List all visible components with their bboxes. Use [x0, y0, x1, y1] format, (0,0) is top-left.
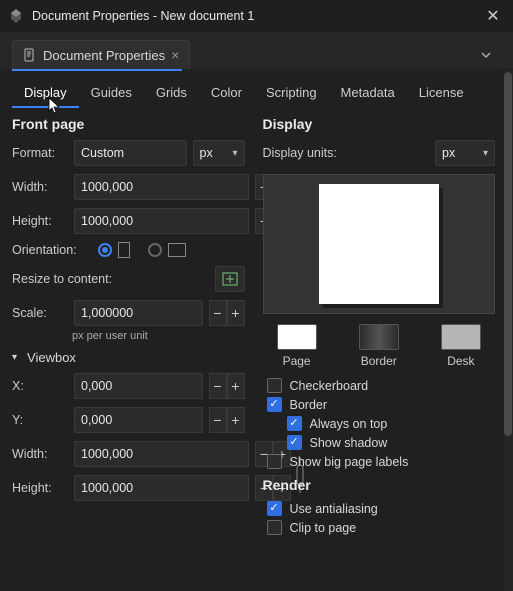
vertical-scrollbar[interactable]	[503, 71, 513, 591]
vb-y-input[interactable]	[74, 407, 203, 433]
scale-inc[interactable]: +	[227, 300, 245, 326]
close-tab-icon[interactable]: ×	[171, 47, 179, 63]
resize-to-content-button[interactable]	[215, 266, 245, 292]
vb-x-inc[interactable]: +	[227, 373, 245, 399]
cb-clip[interactable]	[267, 520, 282, 535]
section-tabs: Display Guides Grids Color Scripting Met…	[12, 79, 495, 108]
vb-width-label: Width:	[12, 447, 68, 461]
close-icon[interactable]: ✕	[481, 6, 505, 26]
display-panel: Display Display units: px▾ Page	[263, 116, 496, 539]
page-preview	[263, 174, 496, 314]
cb-shadow[interactable]	[287, 435, 302, 450]
cb-shadow-label: Show shadow	[310, 436, 388, 450]
cb-antialias[interactable]	[267, 501, 282, 516]
cb-clip-label: Clip to page	[290, 521, 357, 535]
viewbox-label: Viewbox	[27, 350, 76, 365]
viewbox-disclosure[interactable]: Viewbox	[12, 350, 245, 365]
orientation-landscape-radio[interactable]	[148, 243, 162, 257]
cb-border-label: Border	[290, 398, 328, 412]
page-unit-select[interactable]: px▾	[193, 140, 245, 166]
height-input[interactable]	[74, 208, 249, 234]
vb-y-dec[interactable]: −	[209, 407, 227, 433]
swatch-page[interactable]: Page	[277, 324, 317, 368]
width-input[interactable]	[74, 174, 249, 200]
render-heading: Render	[263, 477, 496, 493]
portrait-icon	[118, 242, 130, 258]
document-icon	[23, 48, 37, 62]
tab-guides[interactable]: Guides	[79, 79, 144, 108]
scale-dec[interactable]: −	[209, 300, 227, 326]
cb-ontop-label: Always on top	[310, 417, 388, 431]
display-units-value: px	[442, 146, 455, 160]
page-unit-value: px	[200, 146, 213, 160]
display-heading: Display	[263, 116, 496, 132]
scale-label: Scale:	[12, 306, 68, 320]
vb-x-label: X:	[12, 379, 68, 393]
vb-y-label: Y:	[12, 413, 68, 427]
landscape-icon	[168, 243, 186, 257]
resize-label: Resize to content:	[12, 272, 209, 286]
orientation-portrait-radio[interactable]	[98, 243, 112, 257]
vb-width-input[interactable]	[74, 441, 249, 467]
width-label: Width:	[12, 180, 68, 194]
cb-antialias-label: Use antialiasing	[290, 502, 378, 516]
vb-height-label: Height:	[12, 481, 68, 495]
cb-biglabels-label: Show big page labels	[290, 455, 409, 469]
cb-biglabels[interactable]	[267, 454, 282, 469]
document-tabs: Document Properties ×	[0, 32, 513, 69]
front-page-heading: Front page	[12, 116, 245, 132]
scale-input[interactable]	[74, 300, 203, 326]
swatch-border-color[interactable]	[359, 324, 399, 350]
height-label: Height:	[12, 214, 68, 228]
cb-checker-label: Checkerboard	[290, 379, 369, 393]
content-area: Display Guides Grids Color Scripting Met…	[0, 71, 503, 591]
vb-x-input[interactable]	[74, 373, 203, 399]
page-preview-canvas	[319, 184, 439, 304]
display-units-select[interactable]: px▾	[435, 140, 495, 166]
display-units-label: Display units:	[263, 146, 343, 160]
cb-checker[interactable]	[267, 378, 282, 393]
swatch-border[interactable]: Border	[359, 324, 399, 368]
format-label: Format:	[12, 146, 68, 160]
doc-tab[interactable]: Document Properties ×	[12, 40, 190, 69]
swatch-desk-color[interactable]	[441, 324, 481, 350]
vb-height-input[interactable]	[74, 475, 249, 501]
chevron-down-icon[interactable]	[471, 44, 501, 66]
swatch-desk[interactable]: Desk	[441, 324, 481, 368]
app-icon	[8, 8, 24, 24]
cb-border[interactable]	[267, 397, 282, 412]
tab-metadata[interactable]: Metadata	[329, 79, 407, 108]
titlebar: Document Properties - New document 1 ✕	[0, 0, 513, 32]
tab-scripting[interactable]: Scripting	[254, 79, 329, 108]
orientation-label: Orientation:	[12, 243, 92, 257]
vb-x-dec[interactable]: −	[209, 373, 227, 399]
tab-display[interactable]: Display	[12, 79, 79, 108]
swatch-page-color[interactable]	[277, 324, 317, 350]
scale-hint: px per user unit	[72, 330, 245, 342]
cb-ontop[interactable]	[287, 416, 302, 431]
format-select[interactable]: Custom	[74, 140, 187, 166]
front-page-panel: Front page Format: Custom px▾	[12, 116, 245, 539]
vb-y-inc[interactable]: +	[227, 407, 245, 433]
window-title: Document Properties - New document 1	[32, 9, 481, 23]
format-value: Custom	[81, 146, 124, 160]
tab-license[interactable]: License	[407, 79, 476, 108]
doc-tab-label: Document Properties	[43, 48, 165, 63]
tab-grids[interactable]: Grids	[144, 79, 199, 108]
scrollbar-thumb[interactable]	[504, 72, 512, 436]
tab-color[interactable]: Color	[199, 79, 254, 108]
